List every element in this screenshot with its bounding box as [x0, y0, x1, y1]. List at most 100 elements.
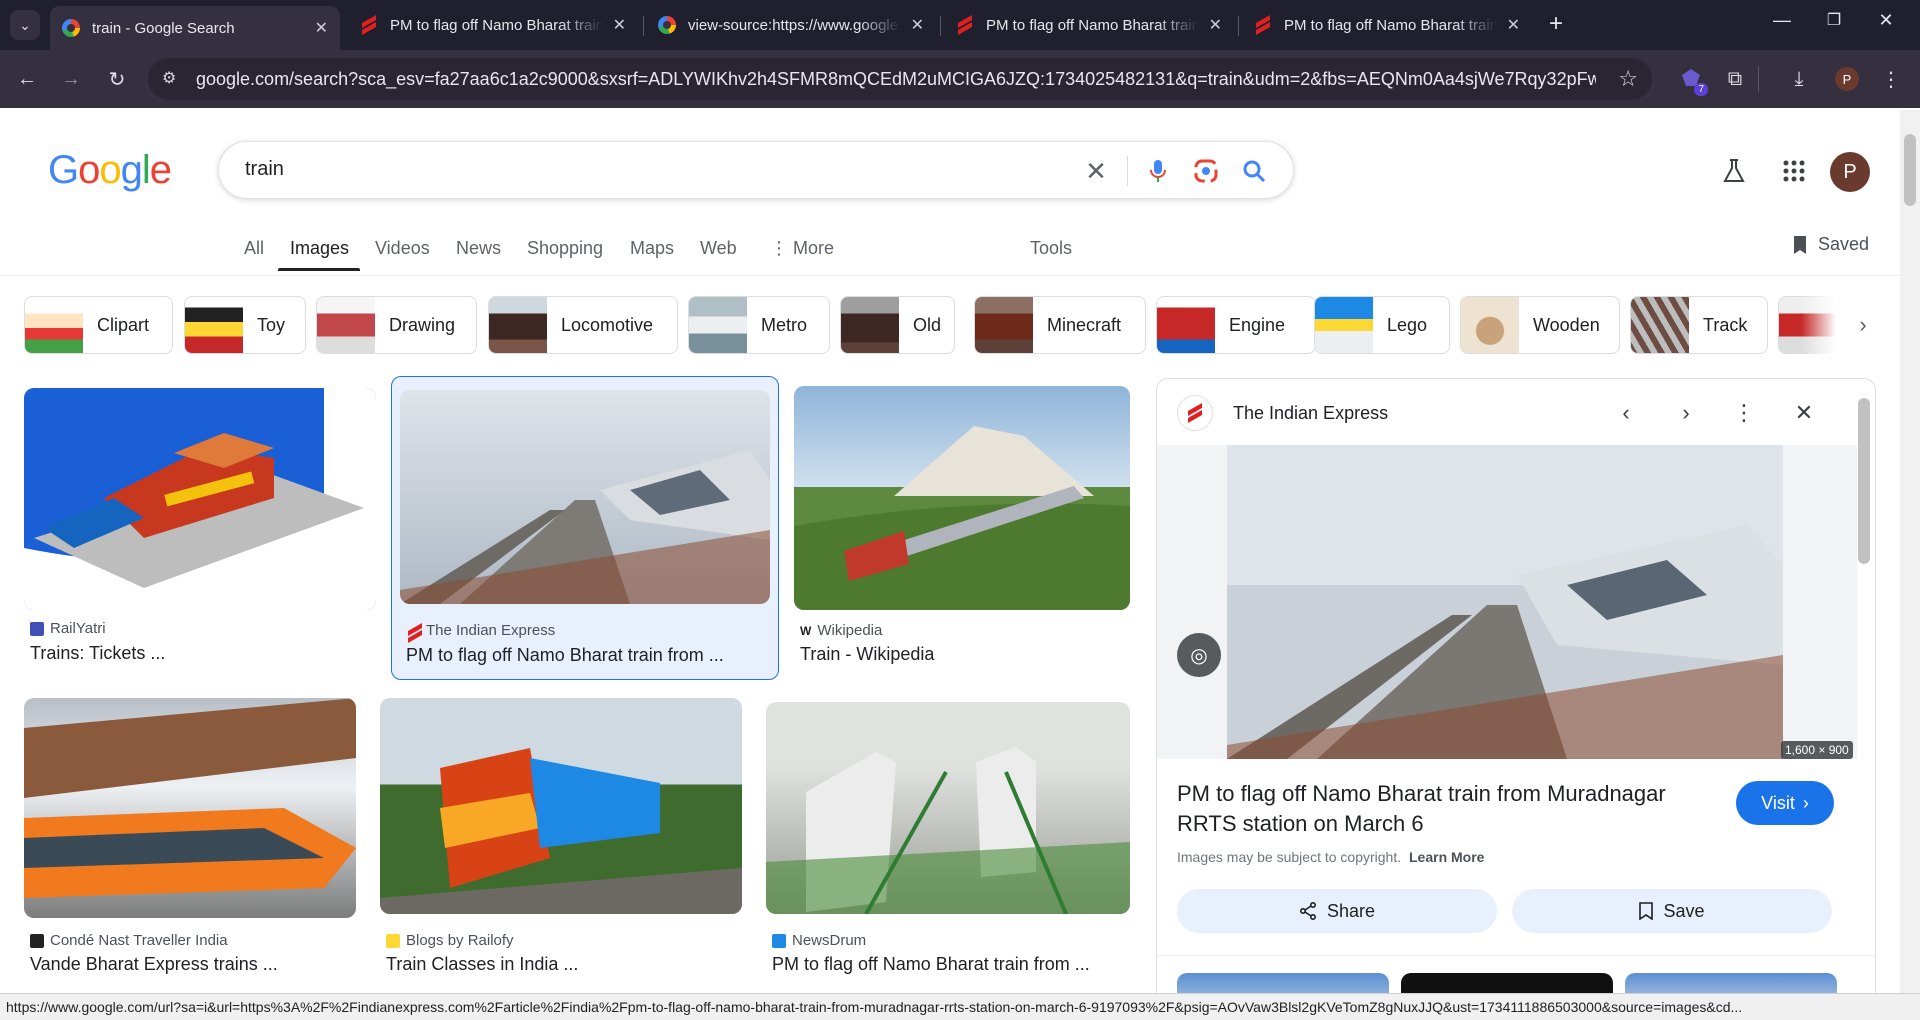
- result-source[interactable]: Condé Nast Traveller India: [30, 932, 228, 949]
- panel-title[interactable]: PM to flag off Namo Bharat train from Mu…: [1177, 779, 1697, 839]
- chip-drawing[interactable]: Drawing: [316, 296, 477, 354]
- result-title[interactable]: PM to flag off Namo Bharat train from ..…: [406, 645, 724, 666]
- tab-shopping[interactable]: Shopping: [527, 238, 603, 259]
- google-logo[interactable]: Google: [48, 148, 172, 193]
- reload-icon[interactable]: ↻: [102, 64, 132, 94]
- tab-images[interactable]: Images: [290, 238, 349, 259]
- save-button[interactable]: Save: [1512, 889, 1832, 933]
- profile-avatar[interactable]: P: [1832, 64, 1862, 94]
- chip-minecraft[interactable]: Minecraft: [974, 296, 1146, 354]
- panel-source-name[interactable]: The Indian Express: [1233, 403, 1388, 424]
- clear-icon[interactable]: ✕: [1081, 156, 1111, 186]
- tab-indian-express-3[interactable]: PM to flag off Namo Bharat train from Mu…: [1242, 8, 1532, 42]
- result-source[interactable]: W Wikipedia: [800, 622, 882, 639]
- next-icon[interactable]: ›: [1669, 396, 1703, 430]
- close-icon[interactable]: ✕: [1507, 15, 1520, 35]
- result-title[interactable]: PM to flag off Namo Bharat train from ..…: [772, 954, 1090, 975]
- tools-button[interactable]: Tools: [1030, 238, 1072, 259]
- result-source[interactable]: NewsDrum: [772, 932, 866, 949]
- result-image[interactable]: [24, 698, 356, 918]
- chevron-right-icon[interactable]: ›: [1848, 310, 1878, 340]
- address-url[interactable]: google.com/search?sca_esv=fa27aa6c1a2c90…: [196, 69, 1596, 90]
- result-source[interactable]: RailYatri: [30, 620, 106, 637]
- close-icon[interactable]: ✕: [613, 15, 626, 35]
- result-image[interactable]: [24, 388, 376, 610]
- search-icon[interactable]: [1239, 156, 1269, 186]
- panel-scrollbar[interactable]: [1858, 384, 1870, 984]
- tab-search-button[interactable]: ⌄: [10, 10, 40, 40]
- extension-icon[interactable]: 7: [1676, 64, 1708, 96]
- restore-button[interactable]: ❐: [1814, 10, 1854, 30]
- chip-lego[interactable]: Lego: [1314, 296, 1450, 354]
- close-window-button[interactable]: ✕: [1866, 10, 1906, 31]
- panel-scroll-thumb[interactable]: [1858, 398, 1870, 564]
- chip-old[interactable]: Old: [840, 296, 955, 354]
- chip-wooden[interactable]: Wooden: [1460, 296, 1620, 354]
- result-title[interactable]: Vande Bharat Express trains ...: [30, 954, 278, 975]
- download-icon[interactable]: ⤓: [1784, 64, 1814, 94]
- previous-icon[interactable]: ‹: [1609, 396, 1643, 430]
- lens-icon[interactable]: [1191, 156, 1221, 186]
- result-image[interactable]: [400, 390, 770, 604]
- share-button[interactable]: Share: [1177, 889, 1497, 933]
- preview-image[interactable]: [1227, 445, 1783, 759]
- chip-engine[interactable]: Engine: [1156, 296, 1316, 354]
- visit-button[interactable]: Visit ›: [1736, 781, 1834, 825]
- tab-videos[interactable]: Videos: [375, 238, 430, 259]
- tab-maps[interactable]: Maps: [630, 238, 674, 259]
- address-bar[interactable]: ⚙ google.com/search?sca_esv=fa27aa6c1a2c…: [148, 58, 1652, 100]
- search-input[interactable]: train: [245, 158, 284, 181]
- result-image[interactable]: [794, 386, 1130, 610]
- tab-indian-express-2[interactable]: PM to flag off Namo Bharat train from Mu…: [944, 8, 1234, 42]
- close-icon[interactable]: ✕: [1209, 15, 1222, 35]
- mic-icon[interactable]: [1143, 156, 1173, 186]
- tab-view-source[interactable]: view-source:https://www.google.com ✕: [646, 8, 936, 42]
- labs-flask-icon[interactable]: [1718, 155, 1750, 187]
- tab-news[interactable]: News: [456, 238, 501, 259]
- apps-grid-icon[interactable]: [1778, 155, 1810, 187]
- chip-toy[interactable]: Toy: [184, 296, 306, 354]
- result-card[interactable]: W Wikipedia Train - Wikipedia: [794, 386, 1130, 676]
- back-icon[interactable]: ←: [12, 64, 42, 94]
- tab-web[interactable]: Web: [700, 238, 737, 259]
- chip-locomotive[interactable]: Locomotive: [488, 296, 678, 354]
- tab-more[interactable]: ⋮ More: [770, 238, 834, 259]
- lens-search-icon[interactable]: ◎: [1177, 633, 1221, 677]
- result-card-selected[interactable]: The Indian Express PM to flag off Namo B…: [400, 390, 770, 680]
- chip-partial[interactable]: [1778, 296, 1836, 354]
- result-card[interactable]: RailYatri Trains: Tickets ...: [24, 388, 376, 678]
- bookmark-star-icon[interactable]: ☆: [1618, 66, 1638, 92]
- result-title[interactable]: Train - Wikipedia: [800, 644, 934, 665]
- tab-google-search[interactable]: train - Google Search ✕: [50, 6, 340, 50]
- result-image[interactable]: [380, 698, 742, 914]
- page-scroll-thumb[interactable]: [1904, 134, 1916, 206]
- site-info-icon[interactable]: ⚙: [162, 68, 184, 90]
- page-scrollbar[interactable]: [1900, 110, 1920, 1000]
- result-card[interactable]: Blogs by Railofy Train Classes in India …: [380, 698, 742, 988]
- saved-button[interactable]: Saved: [1792, 234, 1869, 255]
- tab-indian-express-1[interactable]: PM to flag off Namo Bharat train from Mu…: [348, 8, 638, 42]
- close-icon[interactable]: ✕: [1787, 396, 1821, 430]
- forward-icon[interactable]: →: [56, 64, 86, 94]
- chip-track[interactable]: Track: [1630, 296, 1768, 354]
- more-options-icon[interactable]: ⋮: [1727, 396, 1761, 430]
- close-icon[interactable]: ✕: [315, 18, 328, 38]
- close-icon[interactable]: ✕: [911, 15, 924, 35]
- result-image[interactable]: [766, 702, 1130, 914]
- result-card[interactable]: NewsDrum PM to flag off Namo Bharat trai…: [766, 702, 1130, 992]
- learn-more-link[interactable]: Learn More: [1409, 849, 1484, 865]
- tab-all[interactable]: All: [244, 238, 264, 259]
- new-tab-button[interactable]: +: [1536, 10, 1576, 38]
- minimize-button[interactable]: —: [1762, 10, 1802, 31]
- extensions-puzzle-icon[interactable]: ⧉: [1720, 64, 1750, 94]
- chip-clipart[interactable]: Clipart: [24, 296, 173, 354]
- result-title[interactable]: Trains: Tickets ...: [30, 643, 165, 664]
- result-title[interactable]: Train Classes in India ...: [386, 954, 578, 975]
- result-source[interactable]: The Indian Express: [406, 622, 555, 639]
- account-avatar[interactable]: P: [1830, 152, 1870, 192]
- result-source[interactable]: Blogs by Railofy: [386, 932, 514, 949]
- menu-dots-icon[interactable]: ⋮: [1876, 64, 1906, 94]
- search-box[interactable]: train ✕: [218, 141, 1294, 199]
- chip-metro[interactable]: Metro: [688, 296, 830, 354]
- result-card[interactable]: Condé Nast Traveller India Vande Bharat …: [24, 698, 356, 988]
